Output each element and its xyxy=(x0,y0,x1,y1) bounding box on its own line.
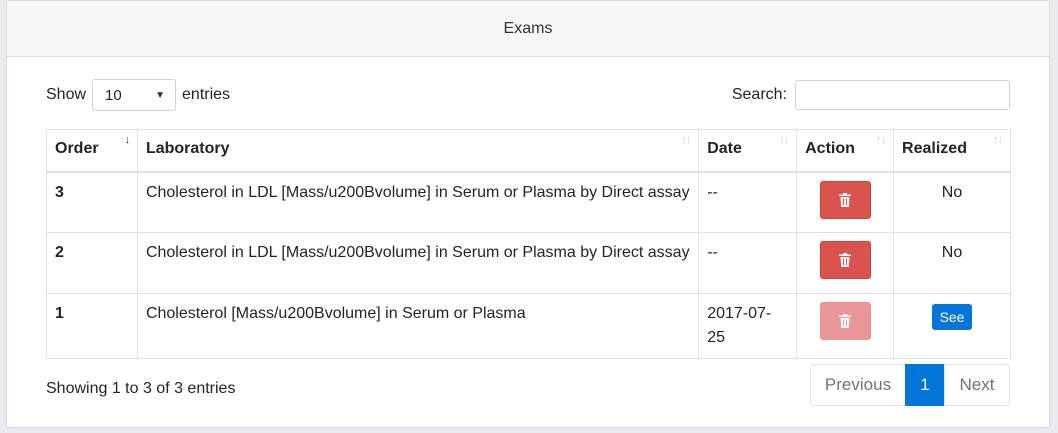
header-action-label: Action xyxy=(805,140,855,157)
search-control: Search: xyxy=(732,80,1010,110)
header-date-label: Date xyxy=(707,140,742,157)
exams-table: Order ↑↓ Laboratory ↑↓ Date ↑↓ Action ↑↓… xyxy=(46,129,1011,359)
realized-cell: No xyxy=(893,171,1011,233)
sort-icon: ↑↓ xyxy=(779,134,789,146)
table-row: 2 Cholesterol in LDL [Mass/u200Bvolume] … xyxy=(46,232,1011,294)
search-input[interactable] xyxy=(795,80,1010,110)
entries-label: entries xyxy=(182,86,231,103)
date-cell: -- xyxy=(698,232,798,294)
laboratory-cell: Cholesterol in LDL [Mass/u200Bvolume] in… xyxy=(136,232,700,294)
realized-cell: No xyxy=(893,232,1011,294)
table-info: Showing 1 to 3 of 3 entries xyxy=(46,380,236,397)
laboratory-cell: Cholesterol [Mass/u200Bvolume] in Serum … xyxy=(136,293,700,359)
next-page-button[interactable]: Next xyxy=(944,364,1010,406)
header-realized-label: Realized xyxy=(902,140,967,157)
delete-button-disabled xyxy=(819,302,871,340)
see-button[interactable]: See xyxy=(931,304,973,330)
trash-icon xyxy=(839,253,852,267)
date-cell: 2017-07-25 xyxy=(698,293,798,359)
table-row: 3 Cholesterol in LDL [Mass/u200Bvolume] … xyxy=(46,171,1011,233)
entries-length-value: 10 xyxy=(105,86,122,104)
header-laboratory-label: Laboratory xyxy=(145,140,230,157)
header-realized[interactable]: Realized ↑↓ xyxy=(893,129,1011,173)
entries-length-select[interactable]: 10 ▼ xyxy=(92,79,177,111)
action-cell xyxy=(796,293,895,359)
page-1-button[interactable]: 1 xyxy=(905,364,945,406)
delete-button[interactable] xyxy=(819,180,871,219)
card-title: Exams xyxy=(503,19,553,37)
header-order[interactable]: Order ↑↓ xyxy=(46,129,138,173)
sort-icon: ↑↓ xyxy=(681,134,691,146)
header-date[interactable]: Date ↑↓ xyxy=(698,129,798,173)
order-cell: 1 xyxy=(46,293,138,359)
exams-card: Exams Show 10 ▼ entries Search: Order ↑↓… xyxy=(6,0,1050,428)
trash-icon xyxy=(839,192,852,207)
header-action[interactable]: Action ↑↓ xyxy=(796,129,895,173)
sort-icon: ↑↓ xyxy=(876,134,886,146)
date-cell: -- xyxy=(698,171,798,233)
order-cell: 2 xyxy=(46,232,138,294)
show-label: Show xyxy=(46,86,87,103)
header-order-label: Order xyxy=(55,140,99,157)
table-row: 1 Cholesterol [Mass/u200Bvolume] in Seru… xyxy=(46,293,1011,359)
card-header: Exams xyxy=(7,1,1049,57)
pagination: Previous 1 Next xyxy=(810,364,1010,406)
search-label: Search: xyxy=(731,86,787,103)
table-controls: Show 10 ▼ entries Search: xyxy=(46,79,1010,111)
length-control: Show 10 ▼ entries xyxy=(46,79,230,111)
laboratory-cell: Cholesterol in LDL [Mass/u200Bvolume] in… xyxy=(136,171,700,233)
chevron-down-icon: ▼ xyxy=(155,89,166,101)
previous-page-button[interactable]: Previous xyxy=(810,364,906,406)
sort-icon: ↑↓ xyxy=(119,134,130,146)
realized-cell: See xyxy=(893,293,1011,359)
sort-icon: ↑↓ xyxy=(993,134,1003,146)
header-laboratory[interactable]: Laboratory ↑↓ xyxy=(136,129,700,173)
trash-icon xyxy=(839,314,852,328)
action-cell xyxy=(796,171,895,233)
action-cell xyxy=(796,232,895,294)
delete-button[interactable] xyxy=(819,241,871,279)
order-cell: 3 xyxy=(46,171,138,233)
